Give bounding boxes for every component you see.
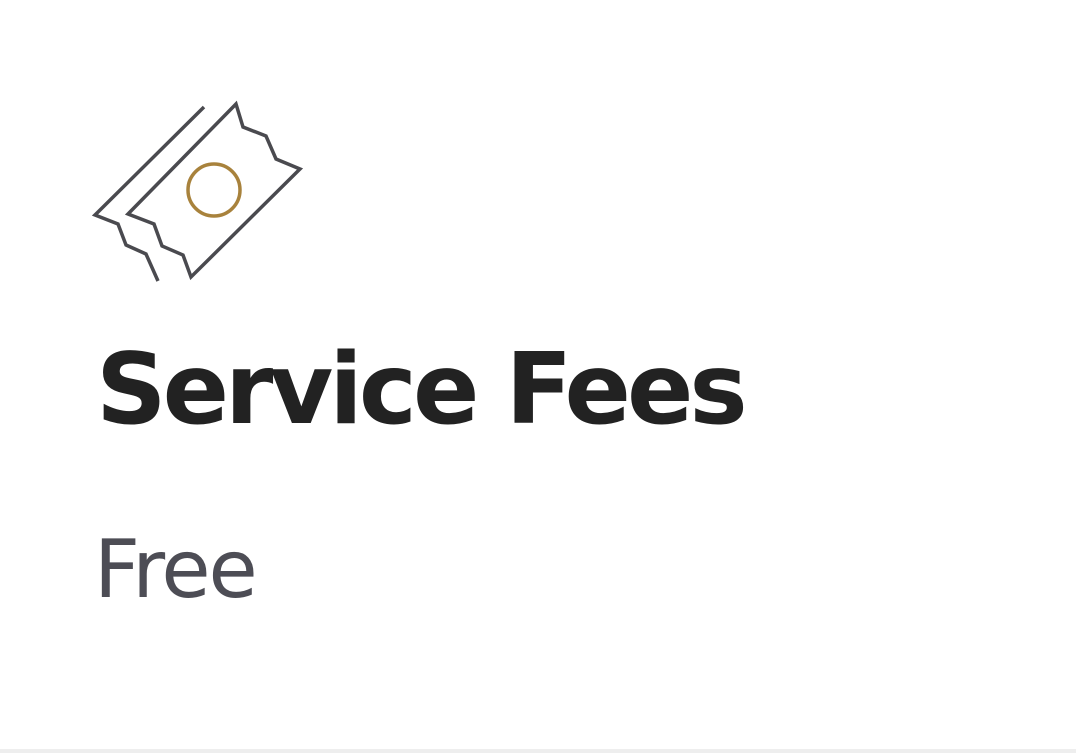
service-fees-card: Service Fees Free [0, 0, 1076, 753]
ticket-icon [90, 100, 306, 286]
fee-value: Free [94, 523, 258, 616]
card-title: Service Fees [96, 333, 748, 447]
